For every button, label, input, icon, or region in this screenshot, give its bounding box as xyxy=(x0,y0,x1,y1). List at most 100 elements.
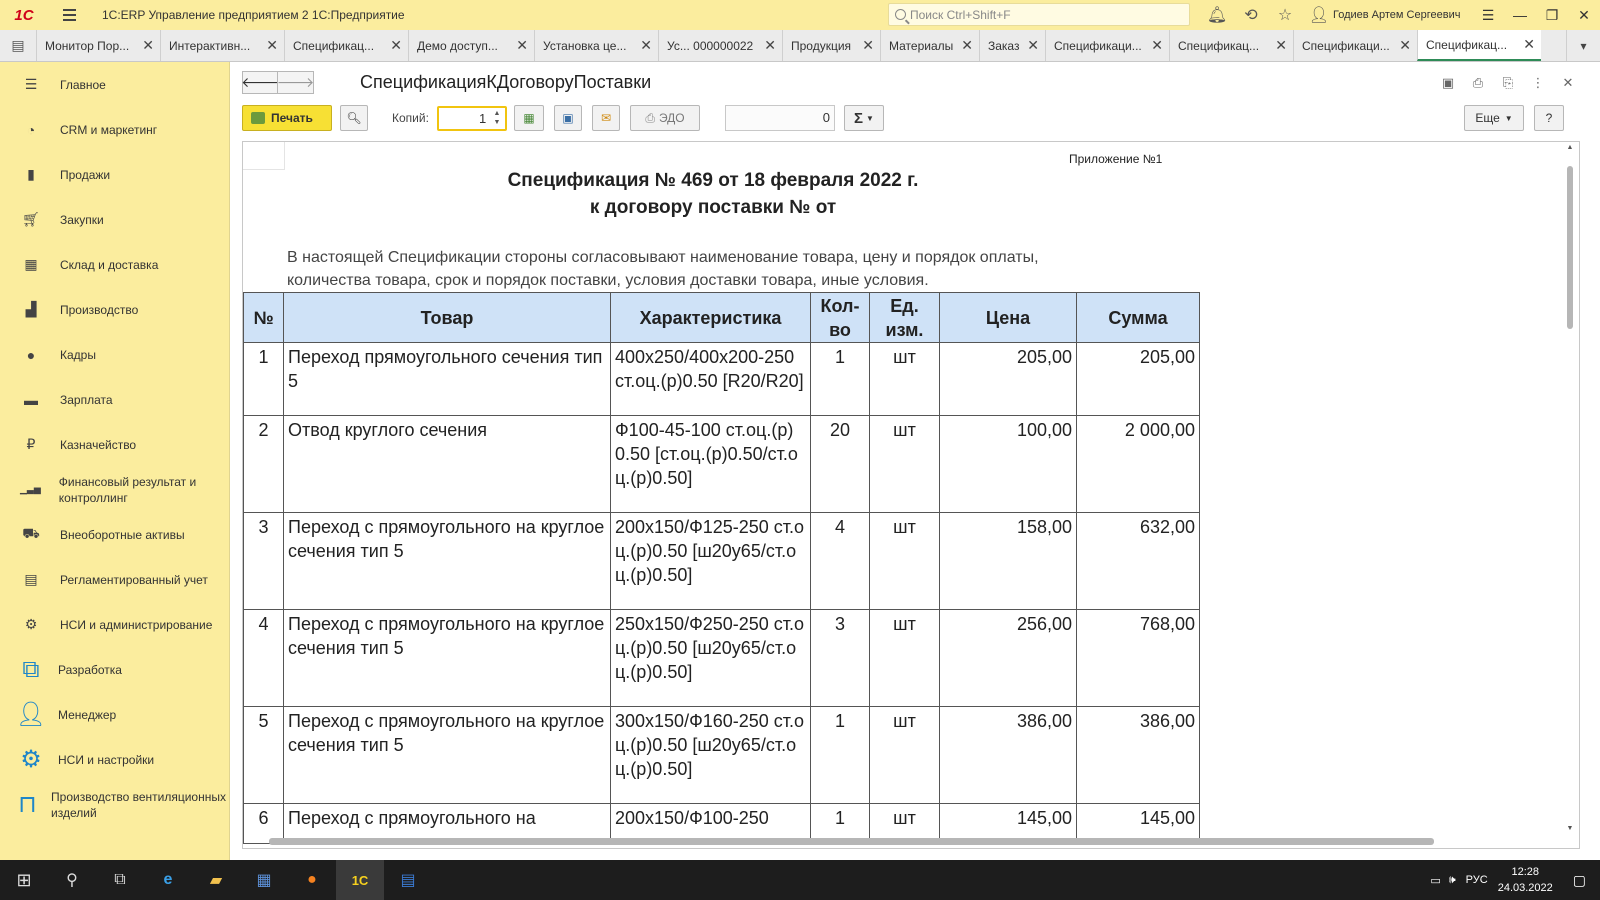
menu-lines-icon: ☰ xyxy=(24,76,38,92)
sidebar-item-4[interactable]: 🛒︎ Закупки xyxy=(0,197,229,242)
sidebar-item-3[interactable]: ▮ Продажи xyxy=(0,152,229,197)
main-menu-icon[interactable] xyxy=(56,0,82,30)
close-icon[interactable]: ✕ xyxy=(640,37,652,54)
close-icon[interactable]: ✕ xyxy=(1275,37,1287,54)
minimize-button[interactable]: — xyxy=(1504,0,1536,30)
close-icon[interactable]: ✕ xyxy=(1399,37,1411,54)
horizontal-scroll-thumb[interactable] xyxy=(269,838,1434,845)
close-form-icon[interactable]: ✕ xyxy=(1556,71,1580,95)
history-icon[interactable]: ⟲ xyxy=(1234,0,1268,30)
explorer-folder-icon[interactable]: ▰ xyxy=(192,860,240,900)
sidebar-item-7[interactable]: ● Кадры xyxy=(0,332,229,377)
search-icon[interactable]: ⚲ xyxy=(48,860,96,900)
tab-13[interactable]: Спецификац... ✕ xyxy=(1417,30,1541,61)
task-view-icon[interactable]: ⧉ xyxy=(96,860,144,900)
forward-button[interactable]: 🡒 xyxy=(277,71,314,94)
sidebar-item-8[interactable]: ▬ Зарплата xyxy=(0,377,229,422)
scroll-down-icon[interactable]: ▼ xyxy=(1565,825,1575,832)
tab-10[interactable]: Спецификаци... ✕ xyxy=(1045,30,1169,61)
tabs-more-icon[interactable]: ▾ xyxy=(1566,30,1600,61)
print-icon[interactable]: ⎙ xyxy=(1466,71,1490,95)
bell-icon[interactable]: 🔔︎ xyxy=(1200,0,1234,30)
close-icon[interactable]: ✕ xyxy=(1523,36,1535,53)
copies-stepper[interactable]: ▲ ▼ xyxy=(492,109,502,128)
sidebar-item-16[interactable]: ⚙ НСИ и настройки xyxy=(0,737,229,782)
scroll-up-icon[interactable]: ▲ xyxy=(1565,144,1575,151)
sidebar-item-13[interactable]: ⚙ НСИ и администрирование xyxy=(0,602,229,647)
firefox-icon[interactable]: ● xyxy=(288,860,336,900)
document-app-icon[interactable]: ▤ xyxy=(384,860,432,900)
close-icon[interactable]: ✕ xyxy=(1151,37,1163,54)
print-button[interactable]: Печать xyxy=(242,105,332,131)
sidebar-item-14[interactable]: ⧉ Разработка xyxy=(0,647,229,692)
windows-start-icon[interactable]: ⊞ xyxy=(0,860,48,900)
sidebar-item-1[interactable]: ☰ Главное xyxy=(0,62,229,107)
user-name[interactable]: Годиев Артем Сергеевич xyxy=(1333,0,1460,30)
tab-9[interactable]: Заказ ✕ xyxy=(979,30,1045,61)
sum-counter-field[interactable]: 0 xyxy=(725,105,835,131)
edit-mode-button[interactable]: ▦ xyxy=(514,105,544,131)
tab-3[interactable]: Спецификац... ✕ xyxy=(284,30,408,61)
sidebar-item-10[interactable]: ▁▃▅ Финансовый результат и контроллинг xyxy=(0,467,229,512)
language-indicator[interactable]: РУС xyxy=(1466,874,1488,886)
global-search-input[interactable]: Поиск Ctrl+Shift+F xyxy=(888,3,1190,26)
tab-6[interactable]: Ус... 000000022 ✕ xyxy=(658,30,782,61)
tab-12[interactable]: Спецификаци... ✕ xyxy=(1293,30,1417,61)
sidebar-item-9[interactable]: ₽ Казначейство xyxy=(0,422,229,467)
sidebar-item-12[interactable]: ▤ Регламентированный учет xyxy=(0,557,229,602)
tab-8[interactable]: Материалы ✕ xyxy=(880,30,979,61)
close-icon[interactable]: ✕ xyxy=(961,37,973,54)
help-button[interactable]: ? xyxy=(1534,105,1564,131)
network-app-icon[interactable]: ▦ xyxy=(240,860,288,900)
close-icon[interactable]: ✕ xyxy=(764,37,776,54)
clock[interactable]: 12:28 24.03.2022 xyxy=(1498,864,1553,896)
sidebar-item-6[interactable]: ▟ Производство xyxy=(0,287,229,332)
maximize-button[interactable]: ❐ xyxy=(1536,0,1568,30)
sidebar-item-15[interactable]: 👤︎ Менеджер xyxy=(0,692,229,737)
close-icon[interactable]: ✕ xyxy=(390,37,402,54)
close-icon[interactable]: ✕ xyxy=(1027,37,1039,54)
preview-button[interactable]: 🔍︎ xyxy=(340,105,368,131)
close-button[interactable]: ✕ xyxy=(1568,0,1600,30)
network-icon[interactable]: ▭ xyxy=(1430,874,1440,887)
form-area: 🡐 🡒 СпецификацияКДоговоруПоставки ▣ ⎙ ⎘ … xyxy=(230,62,1600,860)
save-doc-button[interactable]: ▣ xyxy=(554,105,582,131)
cell-qty: 4 xyxy=(810,512,870,610)
tab-5[interactable]: Установка це... ✕ xyxy=(534,30,658,61)
spreadsheet-document[interactable]: Приложение №1 Спецификация № 469 от 18 ф… xyxy=(242,141,1580,849)
edge-browser-icon[interactable]: e xyxy=(144,860,192,900)
sidebar-item-2[interactable]: ◔ CRM и маркетинг xyxy=(0,107,229,152)
close-icon[interactable]: ✕ xyxy=(862,37,874,54)
back-button[interactable]: 🡐 xyxy=(241,71,279,94)
vertical-scrollbar[interactable]: ▲ ▼ xyxy=(1565,144,1575,832)
close-icon[interactable]: ✕ xyxy=(142,37,154,54)
close-icon[interactable]: ✕ xyxy=(516,37,528,54)
email-button[interactable]: ✉ xyxy=(592,105,620,131)
sidebar-item-11[interactable]: ⛟ Внеоборотные активы xyxy=(0,512,229,557)
volume-icon[interactable]: 🕪︎ xyxy=(1449,874,1456,887)
notifications-icon[interactable]: ▢ xyxy=(1573,872,1586,889)
close-icon[interactable]: ✕ xyxy=(266,37,278,54)
tab-1[interactable]: Монитор Пор... ✕ xyxy=(36,30,160,61)
more-vertical-icon[interactable]: ⋮ xyxy=(1526,71,1550,95)
horizontal-scrollbar[interactable] xyxy=(255,834,1565,848)
copies-input[interactable]: 1 ▲ ▼ xyxy=(437,106,507,131)
tab-7[interactable]: Продукция ✕ xyxy=(782,30,880,61)
1c-taskbar-icon[interactable]: 1С xyxy=(336,860,384,900)
save-icon[interactable]: ▣ xyxy=(1436,71,1460,95)
more-button[interactable]: Еще ▼ xyxy=(1464,105,1524,131)
preview-icon[interactable]: ⎘ xyxy=(1496,71,1520,95)
col-price-header: Цена xyxy=(939,292,1077,343)
tab-2[interactable]: Интерактивн... ✕ xyxy=(160,30,284,61)
vertical-scroll-thumb[interactable] xyxy=(1567,166,1573,329)
edo-button[interactable]: ⎙ ЭДО xyxy=(630,105,700,131)
windows-panel-icon[interactable]: ▤ xyxy=(0,30,36,61)
sidebar-item-5[interactable]: ▦ Склад и доставка xyxy=(0,242,229,287)
star-icon[interactable]: ☆ xyxy=(1268,0,1302,30)
tab-4[interactable]: Демо доступ... ✕ xyxy=(408,30,534,61)
sum-button[interactable]: Σ ▼ xyxy=(844,105,884,131)
tab-11[interactable]: Спецификац... ✕ xyxy=(1169,30,1293,61)
settings-lines-icon[interactable]: ☰ xyxy=(1472,0,1504,30)
user-icon[interactable]: 👤︎ xyxy=(1302,0,1336,30)
sidebar-item-17[interactable]: ⊓ Производство вентиляционных изделий xyxy=(0,782,229,827)
